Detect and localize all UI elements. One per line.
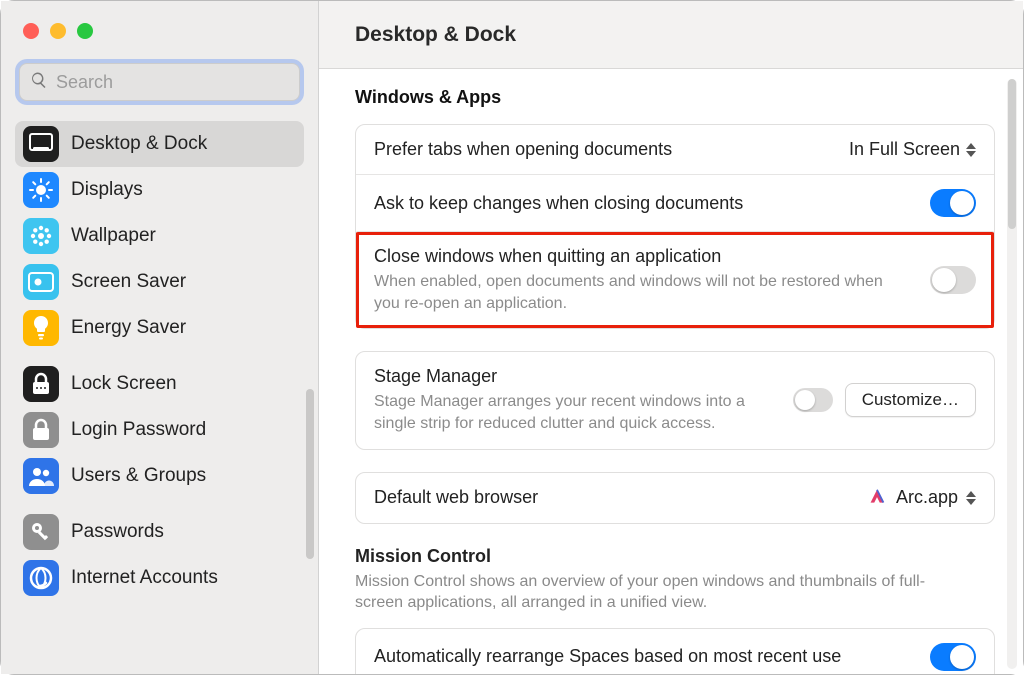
sidebar-item-label: Wallpaper [71, 225, 156, 247]
sidebar-item-passwords[interactable]: Passwords [15, 509, 304, 555]
sidebar-item-desktop-dock[interactable]: Desktop & Dock [15, 121, 304, 167]
settings-window: Desktop & Dock Displays Wallpaper [1, 1, 1023, 674]
mission-control-title: Mission Control [355, 546, 995, 567]
search-field[interactable] [19, 63, 300, 101]
sidebar-item-screen-saver[interactable]: Screen Saver [15, 259, 304, 305]
search-input[interactable] [48, 72, 289, 93]
passwords-icon [23, 514, 59, 550]
row-close-windows: Close windows when quitting an applicati… [356, 231, 994, 328]
sidebar-item-login-password[interactable]: Login Password [15, 407, 304, 453]
default-browser-label: Default web browser [374, 487, 866, 508]
close-windows-sub: When enabled, open documents and windows… [374, 271, 894, 314]
sidebar-item-label: Displays [71, 179, 143, 201]
sidebar-item-label: Lock Screen [71, 373, 177, 395]
internet-accounts-icon [23, 560, 59, 596]
close-windows-toggle[interactable] [930, 266, 976, 294]
sidebar-item-label: Users & Groups [71, 465, 206, 487]
prefer-tabs-label: Prefer tabs when opening documents [374, 139, 849, 160]
arc-app-icon [866, 487, 888, 509]
sidebar-item-internet-accounts[interactable]: Internet Accounts [15, 555, 304, 601]
window-controls [1, 1, 318, 45]
login-password-icon [23, 412, 59, 448]
auto-spaces-label: Automatically rearrange Spaces based on … [374, 646, 930, 667]
maximize-window-button[interactable] [77, 23, 93, 39]
scrollbar-thumb[interactable] [1008, 79, 1016, 229]
updown-icon [966, 491, 976, 505]
sidebar-item-label: Screen Saver [71, 271, 186, 293]
sidebar-scrollbar[interactable] [306, 389, 314, 559]
main-pane: Desktop & Dock Windows & Apps Prefer tab… [319, 1, 1023, 674]
displays-icon [23, 172, 59, 208]
sidebar-item-energy-saver[interactable]: Energy Saver [15, 305, 304, 351]
stage-manager-sub: Stage Manager arranges your recent windo… [374, 391, 774, 434]
close-window-button[interactable] [23, 23, 39, 39]
desktop-dock-icon [23, 126, 59, 162]
sidebar-item-label: Login Password [71, 419, 206, 441]
sidebar-item-label: Desktop & Dock [71, 133, 207, 155]
section-title-windows-apps: Windows & Apps [355, 87, 995, 108]
row-auto-spaces: Automatically rearrange Spaces based on … [356, 629, 994, 674]
sidebar-item-label: Passwords [71, 521, 164, 543]
lock-screen-icon [23, 366, 59, 402]
search-icon [30, 71, 48, 94]
ask-keep-changes-toggle[interactable] [930, 189, 976, 217]
prefer-tabs-select[interactable]: In Full Screen [849, 139, 976, 160]
minimize-window-button[interactable] [50, 23, 66, 39]
prefer-tabs-value: In Full Screen [849, 139, 960, 160]
stage-manager-customize-button[interactable]: Customize… [845, 383, 976, 417]
ask-keep-changes-label: Ask to keep changes when closing documen… [374, 193, 930, 214]
users-groups-icon [23, 458, 59, 494]
stage-manager-label: Stage Manager [374, 366, 793, 387]
row-ask-keep-changes: Ask to keep changes when closing documen… [356, 174, 994, 231]
sidebar-item-label: Energy Saver [71, 317, 186, 339]
sidebar-list: Desktop & Dock Displays Wallpaper [1, 115, 318, 611]
close-windows-label: Close windows when quitting an applicati… [374, 246, 930, 267]
sidebar-item-users-groups[interactable]: Users & Groups [15, 453, 304, 499]
main-scrollbar[interactable] [1007, 79, 1017, 669]
default-browser-select[interactable]: Arc.app [866, 487, 976, 509]
sidebar-item-displays[interactable]: Displays [15, 167, 304, 213]
panel-stage-manager: Stage Manager Stage Manager arranges you… [355, 351, 995, 449]
panel-mission-control: Automatically rearrange Spaces based on … [355, 628, 995, 674]
row-default-browser: Default web browser Arc.app [356, 473, 994, 523]
default-browser-value: Arc.app [896, 487, 958, 508]
sidebar: Desktop & Dock Displays Wallpaper [1, 1, 319, 674]
row-stage-manager: Stage Manager Stage Manager arranges you… [356, 352, 994, 448]
wallpaper-icon [23, 218, 59, 254]
panel-windows-apps: Prefer tabs when opening documents In Fu… [355, 124, 995, 329]
energy-saver-icon [23, 310, 59, 346]
stage-manager-toggle[interactable] [793, 388, 833, 412]
content: Windows & Apps Prefer tabs when opening … [319, 69, 1023, 674]
sidebar-item-wallpaper[interactable]: Wallpaper [15, 213, 304, 259]
row-prefer-tabs: Prefer tabs when opening documents In Fu… [356, 125, 994, 174]
screen-saver-icon [23, 264, 59, 300]
panel-default-browser: Default web browser Arc.app [355, 472, 995, 524]
sidebar-item-label: Internet Accounts [71, 567, 218, 589]
page-title: Desktop & Dock [355, 23, 516, 47]
sidebar-item-lock-screen[interactable]: Lock Screen [15, 361, 304, 407]
section-mission-control: Mission Control Mission Control shows an… [355, 546, 995, 614]
titlebar: Desktop & Dock [319, 1, 1023, 69]
updown-icon [966, 143, 976, 157]
auto-spaces-toggle[interactable] [930, 643, 976, 671]
mission-control-desc: Mission Control shows an overview of you… [355, 571, 965, 614]
